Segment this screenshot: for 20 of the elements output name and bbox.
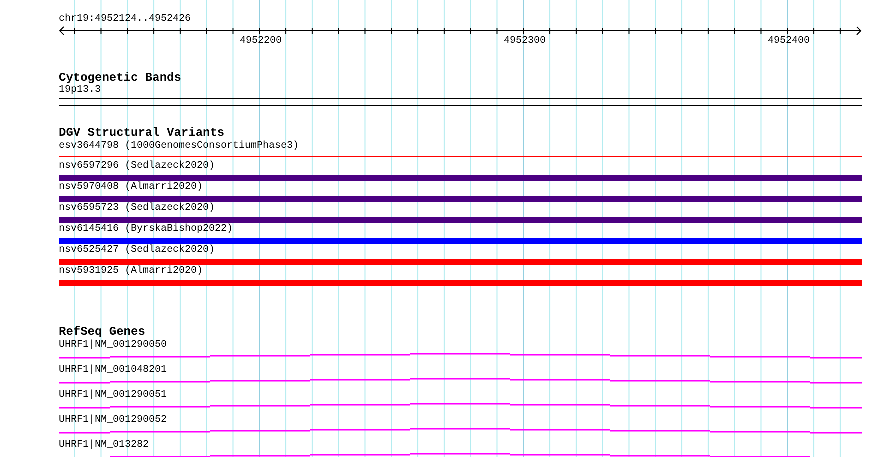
track-title: RefSeq Genes — [59, 325, 146, 339]
band-label: 19p13.3 — [59, 85, 102, 97]
gene-label: UHRF1|NM_001290051 — [59, 389, 168, 403]
location-label: chr19:4952124..4952426 — [59, 14, 192, 26]
track-title: DGV Structural Variants — [59, 126, 226, 140]
gene-label: UHRF1|NM_001290050 — [59, 339, 168, 353]
variant-label: esv3644798 (1000GenomesConsortiumPhase3) — [59, 140, 300, 154]
track-title: Cytogenetic Bands — [59, 71, 182, 85]
variant-label: nsv5931925 (Almarri2020) — [59, 265, 204, 279]
gene-label: UHRF1|NM_013282 — [59, 439, 150, 453]
variant-label: nsv5970408 (Almarri2020) — [59, 181, 204, 195]
gene-label: UHRF1|NM_001290052 — [59, 414, 168, 428]
variant-label: nsv6595723 (Sedlazeck2020) — [59, 202, 216, 216]
tick-label: 4952400 — [768, 36, 810, 48]
variant-label: nsv6525427 (Sedlazeck2020) — [59, 244, 216, 258]
variant-label: nsv6597296 (Sedlazeck2020) — [59, 160, 216, 174]
gene-label: UHRF1|NM_001048201 — [59, 364, 168, 378]
tick-label: 4952300 — [504, 36, 546, 48]
tick-label: 4952200 — [240, 36, 282, 48]
variant-label: nsv6145416 (ByrskaBishop2022) — [59, 223, 234, 237]
